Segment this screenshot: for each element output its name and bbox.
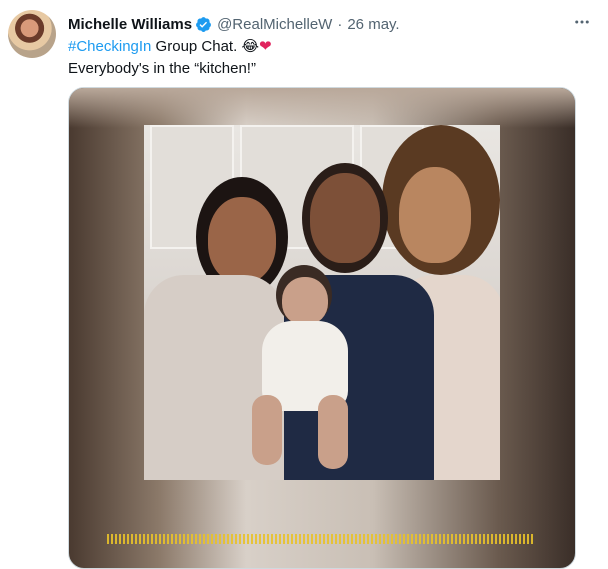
tweet-text: #CheckingIn Group Chat. 😂❤ Everybody's i…: [68, 35, 588, 80]
video-photo-frame: [144, 125, 500, 480]
face: [208, 197, 276, 283]
audio-waveform: [107, 534, 535, 544]
baby-leg: [318, 395, 348, 469]
face: [310, 173, 380, 263]
separator-dot: ·: [337, 15, 343, 33]
tweet-text-line2: Everybody's in the “kitchen!”: [68, 60, 256, 77]
tweet-date[interactable]: 26 may.: [347, 16, 399, 33]
author-name[interactable]: Michelle Williams: [68, 16, 192, 33]
tweet-header: Michelle Williams @RealMichelleW · 26 ma…: [68, 13, 594, 35]
verified-badge-icon: [195, 16, 212, 33]
tweet-text-segment: Group Chat.: [151, 38, 242, 55]
heart-emoji-icon: ❤: [258, 37, 272, 55]
video-blur-band: [69, 88, 575, 128]
more-options-icon[interactable]: [568, 10, 596, 34]
tweet-video-media[interactable]: [68, 87, 576, 569]
author-handle[interactable]: @RealMichelleW: [217, 16, 332, 33]
baby-leg: [252, 395, 282, 465]
author-avatar[interactable]: [8, 10, 56, 58]
tweet-text-line1: #CheckingIn Group Chat. 😂❤: [68, 35, 588, 58]
face: [282, 277, 328, 325]
laughing-emoji-icon: 😂: [241, 37, 259, 55]
face: [399, 167, 471, 263]
hashtag-link[interactable]: #CheckingIn: [68, 38, 151, 55]
